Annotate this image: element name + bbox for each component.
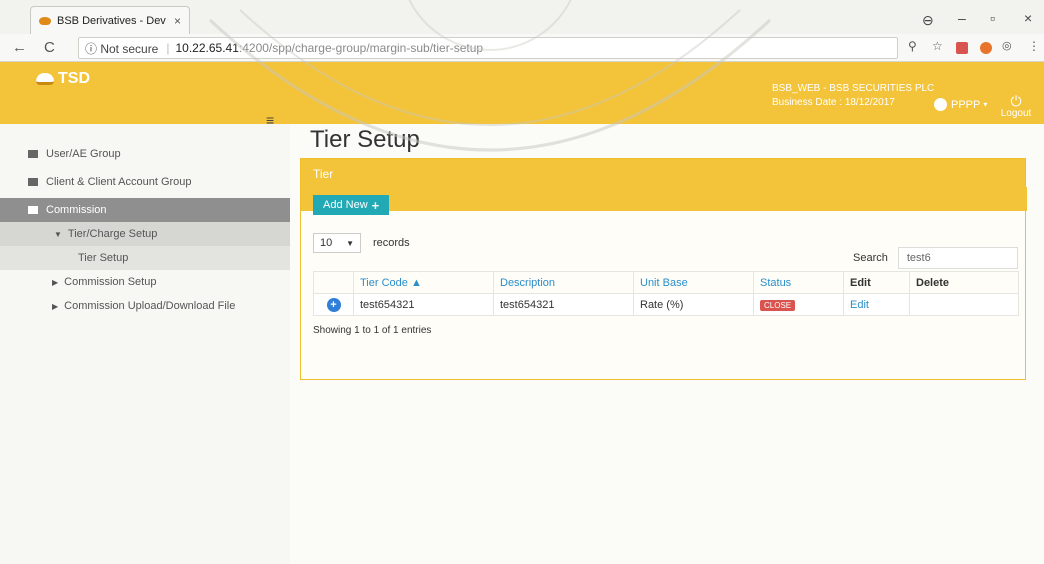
sidebar-item-commission-setup[interactable]: ▶ Commission Setup [0, 270, 290, 294]
app-logo[interactable]: TSD [36, 70, 90, 88]
panel-title: Tier [301, 159, 1025, 187]
sidebar-item-commission-upload[interactable]: ▶ Commission Upload/Download File [0, 294, 290, 318]
sidebar-item-label: User/AE Group [46, 148, 121, 160]
url-host: 10.22.65.41 [175, 41, 239, 55]
close-window-button[interactable]: × [1024, 10, 1032, 26]
column-header-delete: Delete [909, 271, 1019, 294]
logo-icon [36, 73, 54, 85]
tab-title: BSB Derivatives - Dev [57, 14, 166, 27]
list-icon [28, 178, 38, 186]
records-label: records [373, 237, 410, 249]
cell-tier-code: test654321 [353, 293, 494, 316]
tier-panel: Tier Add New + 10 ▼ records Search Tier … [300, 158, 1027, 380]
page-length-control: 10 ▼ records [313, 233, 410, 253]
browser-tab[interactable]: BSB Derivatives - Dev × [30, 6, 190, 34]
company-name: BSB_WEB - BSB SECURITIES PLC [772, 83, 935, 94]
sidebar-item-tier-charge-setup[interactable]: ▼ Tier/Charge Setup [0, 222, 290, 246]
page-length-select[interactable]: 10 ▼ [313, 233, 361, 253]
user-avatar-icon [934, 98, 947, 111]
tab-close-icon[interactable]: × [174, 14, 181, 28]
profile-icon[interactable]: ⊖ [922, 12, 934, 29]
sidebar-item-label: Client & Client Account Group [46, 176, 192, 188]
sidebar-item-tier-setup[interactable]: Tier Setup [0, 246, 290, 270]
caret-down-icon: ▼ [54, 229, 62, 239]
table-info: Showing 1 to 1 of 1 entries [313, 325, 432, 336]
caret-right-icon: ▶ [52, 277, 59, 287]
security-indicator[interactable]: ⓘ Not secure [85, 40, 158, 57]
address-bar: ← C ⓘ Not secure | 10.22.65.41 :4200/spp… [0, 34, 1044, 62]
column-header-status[interactable]: Status [753, 271, 844, 294]
column-header-unit-base[interactable]: Unit Base [633, 271, 754, 294]
user-menu[interactable]: PPPP ▾ [934, 98, 987, 111]
logo-text: TSD [58, 70, 90, 87]
extension-icon[interactable] [956, 42, 968, 54]
sidebar-item-label: Tier Setup [78, 252, 129, 264]
zoom-icon[interactable]: ⚲ [908, 39, 917, 53]
power-icon: ⏻ [1010, 93, 1022, 109]
extension-icon[interactable] [980, 42, 992, 54]
column-header-description[interactable]: Description [493, 271, 634, 294]
cell-description: test654321 [493, 293, 634, 316]
minimize-button[interactable]: – [958, 10, 966, 26]
back-button[interactable]: ← [12, 39, 27, 56]
menu-toggle-icon[interactable]: ≡ [266, 112, 274, 128]
column-header [313, 271, 354, 294]
cell-unit-base: Rate (%) [633, 293, 754, 316]
maximize-button[interactable]: ▫ [990, 10, 995, 26]
expand-row-icon[interactable]: + [326, 297, 341, 312]
logout-button[interactable]: ⏻ Logout [996, 94, 1036, 119]
search-input[interactable] [897, 247, 1018, 269]
business-date: Business Date : 18/12/2017 [772, 97, 895, 108]
user-info: BSB_WEB - BSB SECURITIES PLC Business Da… [772, 82, 934, 110]
plus-icon: + [371, 197, 380, 213]
favicon-icon [39, 16, 51, 25]
browser-tabstrip: BSB Derivatives - Dev × ⊖ – ▫ × [0, 0, 1044, 34]
chevron-down-icon: ▼ [346, 238, 354, 248]
table-header-row: Tier Code ▲ Description Unit Base Status… [313, 271, 1019, 294]
edit-link[interactable]: Edit [850, 299, 869, 311]
sidebar-item-commission[interactable]: Commission [0, 198, 290, 222]
folder-open-icon [28, 206, 38, 214]
cell-delete [909, 293, 1019, 316]
sidebar-item-label: Commission [46, 204, 107, 216]
tier-table: Tier Code ▲ Description Unit Base Status… [313, 271, 1019, 316]
app-header: TSD BSB_WEB - BSB SECURITIES PLC Busines… [0, 62, 1044, 124]
sidebar-item-label: Commission Upload/Download File [64, 300, 236, 312]
user-name: PPPP [951, 98, 981, 111]
column-header-edit: Edit [843, 271, 910, 294]
add-new-button[interactable]: Add New + [313, 195, 390, 215]
page-title: Tier Setup [310, 126, 420, 153]
camera-icon[interactable]: ◎ [1002, 39, 1012, 52]
url-path: :4200/spp/charge-group/margin-sub/tier-s… [238, 41, 484, 55]
search-label: Search [853, 252, 888, 264]
list-icon [28, 150, 38, 158]
sidebar-item-user-ae-group[interactable]: User/AE Group [0, 142, 290, 166]
browser-menu-icon[interactable]: ⋮ [1028, 39, 1040, 53]
add-new-label: Add New [323, 199, 368, 211]
sidebar-item-label: Commission Setup [64, 276, 157, 288]
sidebar-item-label: Tier/Charge Setup [67, 228, 158, 240]
search-control: Search [853, 247, 1018, 269]
caret-right-icon: ▶ [52, 301, 59, 311]
chevron-down-icon: ▾ [983, 100, 988, 109]
status-badge: CLOSE [760, 299, 796, 311]
bookmark-star-icon[interactable]: ☆ [932, 39, 943, 53]
sidebar: User/AE Group Client & Client Account Gr… [0, 124, 290, 564]
logout-label: Logout [1000, 108, 1032, 119]
column-header-tier-code[interactable]: Tier Code ▲ [353, 271, 494, 294]
sidebar-item-client-group[interactable]: Client & Client Account Group [0, 170, 290, 194]
url-field[interactable]: ⓘ Not secure | 10.22.65.41 :4200/spp/cha… [78, 37, 898, 59]
table-row: + test654321 test654321 Rate (%) CLOSE E… [313, 293, 1019, 316]
reload-button[interactable]: C [44, 39, 55, 56]
